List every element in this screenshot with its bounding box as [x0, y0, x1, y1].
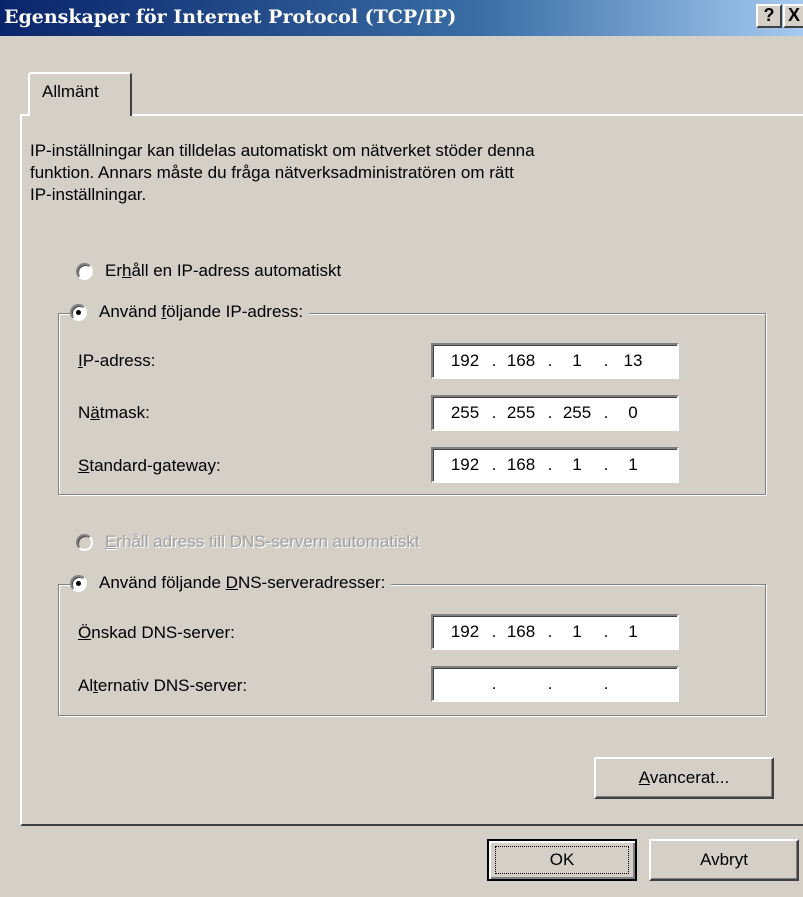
- use-following-dns-label: Använd följande DNS-serveradresser:: [99, 573, 386, 592]
- octet[interactable]: 13: [611, 351, 655, 371]
- preferred-dns-field[interactable]: 192. 168. 1. 1: [431, 614, 679, 650]
- focus-rectangle: [495, 846, 629, 874]
- octet-separator: .: [603, 622, 609, 641]
- radio-circle[interactable]: [76, 262, 93, 280]
- octet-separator: .: [547, 622, 553, 641]
- radio-circle-disabled: [76, 533, 93, 551]
- octet-separator: .: [491, 622, 497, 641]
- octet[interactable]: 168: [499, 455, 543, 475]
- octet-separator: .: [603, 674, 609, 693]
- octet[interactable]: 1: [555, 455, 599, 475]
- alternate-dns-label: Alternativ DNS-server:: [78, 676, 248, 695]
- obtain-ip-auto-radio[interactable]: Erhåll en IP-adress automatiskt: [76, 261, 348, 281]
- octet-separator: .: [491, 403, 497, 422]
- octet[interactable]: 1: [555, 351, 599, 371]
- advanced-button-label: Avancerat...: [638, 768, 730, 787]
- radio-circle-checked[interactable]: [70, 303, 87, 321]
- octet[interactable]: 192: [443, 351, 487, 371]
- octet-separator: .: [603, 403, 609, 422]
- octet[interactable]: 168: [499, 351, 543, 371]
- description-line: IP-inställningar kan tilldelas automatis…: [30, 141, 535, 160]
- octet-separator: .: [603, 455, 609, 474]
- close-button[interactable]: X: [783, 4, 803, 28]
- octet-separator: .: [491, 455, 497, 474]
- octet[interactable]: 1: [611, 455, 655, 475]
- octet-separator: .: [491, 674, 497, 693]
- octet-separator: .: [547, 403, 553, 422]
- tab-allmant[interactable]: Allmänt: [28, 72, 132, 116]
- obtain-ip-auto-label: Erhåll en IP-adress automatiskt: [105, 261, 342, 280]
- default-gateway-label: Standard-gateway:: [78, 456, 221, 475]
- use-following-ip-radio[interactable]: Använd följande IP-adress:: [70, 302, 310, 322]
- octet[interactable]: 255: [555, 403, 599, 423]
- alternate-dns-field[interactable]: . . .: [431, 666, 679, 702]
- window-title: Egenskaper för Internet Protocol (TCP/IP…: [4, 6, 457, 28]
- octet-separator: .: [547, 351, 553, 370]
- octet[interactable]: 255: [443, 403, 487, 423]
- octet[interactable]: 192: [443, 455, 487, 475]
- octet[interactable]: 168: [499, 622, 543, 642]
- octet[interactable]: 1: [555, 622, 599, 642]
- title-bar: Egenskaper för Internet Protocol (TCP/IP…: [0, 0, 803, 36]
- description-text: IP-inställningar kan tilldelas automatis…: [30, 140, 730, 206]
- octet-separator: .: [547, 455, 553, 474]
- use-following-ip-label: Använd följande IP-adress:: [99, 302, 304, 321]
- cancel-button[interactable]: Avbryt: [649, 839, 799, 881]
- ok-button[interactable]: OK: [487, 839, 637, 881]
- advanced-button[interactable]: Avancerat...: [594, 757, 774, 799]
- octet[interactable]: 192: [443, 622, 487, 642]
- subnet-mask-field[interactable]: 255. 255. 255. 0: [431, 395, 679, 431]
- obtain-dns-auto-label: Erhåll adress till DNS-servern automatis…: [105, 532, 420, 551]
- ip-address-field[interactable]: 192. 168. 1. 13: [431, 343, 679, 379]
- help-button[interactable]: ?: [756, 4, 782, 28]
- tab-label: Allmänt: [42, 82, 99, 101]
- octet[interactable]: 255: [499, 403, 543, 423]
- obtain-dns-auto-radio: Erhåll adress till DNS-servern automatis…: [76, 532, 426, 552]
- default-gateway-field[interactable]: 192. 168. 1. 1: [431, 447, 679, 483]
- octet-separator: .: [547, 674, 553, 693]
- description-line: funktion. Annars måste du fråga nätverks…: [30, 163, 514, 182]
- octet[interactable]: 1: [611, 622, 655, 642]
- ip-address-label: IP-adress:: [78, 351, 156, 370]
- preferred-dns-label: Önskad DNS-server:: [78, 623, 235, 642]
- subnet-mask-label: Nätmask:: [78, 403, 150, 422]
- octet[interactable]: 0: [611, 403, 655, 423]
- octet-separator: .: [491, 351, 497, 370]
- radio-circle-checked[interactable]: [70, 574, 87, 592]
- octet-separator: .: [603, 351, 609, 370]
- use-following-dns-radio[interactable]: Använd följande DNS-serveradresser:: [70, 573, 392, 593]
- cancel-button-label: Avbryt: [700, 850, 748, 869]
- description-line: IP-inställningar.: [30, 185, 147, 204]
